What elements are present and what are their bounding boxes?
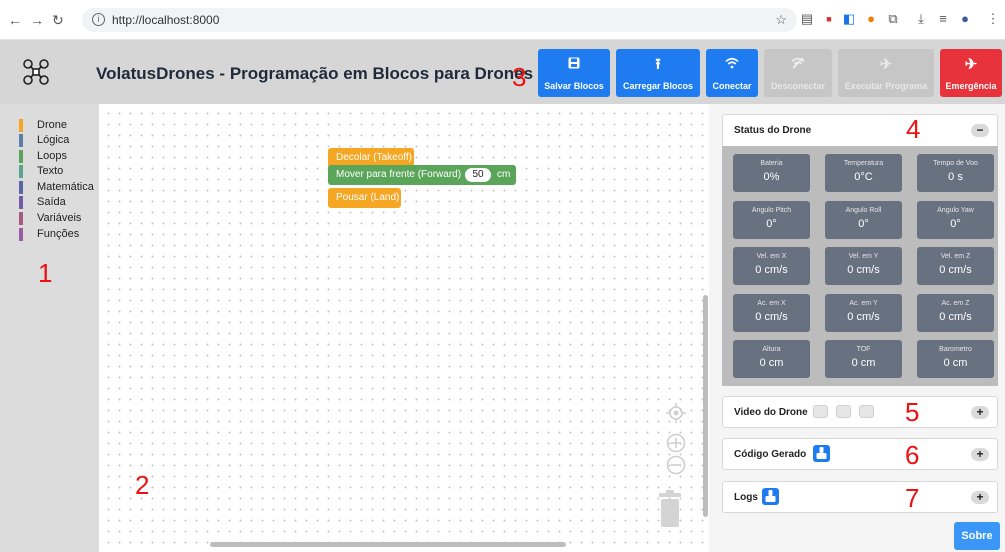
marker-2: 2 <box>135 470 150 500</box>
url-text: http://localhost:8000 <box>112 13 220 27</box>
camera-on-icon[interactable] <box>813 405 828 418</box>
telemetry-tile-tempo-de-voo: Tempo de Voo 0 s <box>917 154 994 192</box>
expand-code-button[interactable]: + <box>971 448 989 461</box>
telemetry-tile-roll: Angulo Roll 0° <box>825 201 902 239</box>
takeoff-icon: ✈ <box>879 56 893 73</box>
connect-button[interactable]: Conectar <box>706 49 758 97</box>
trash-icon[interactable] <box>655 490 685 528</box>
menu-icon[interactable]: ⋮ <box>986 12 1000 26</box>
clear-code-icon[interactable] <box>813 445 830 462</box>
download-icon[interactable]: ⤓ <box>914 12 928 26</box>
telemetry-tile-bateria: Bateria 0% <box>733 154 810 192</box>
land-block[interactable]: Pousar (Land) <box>328 188 401 208</box>
workspace-horizontal-scrollbar[interactable] <box>210 542 566 547</box>
telemetry-tile-ac-z: Ac. em Z0 cm/s <box>917 294 994 332</box>
marker-1: 1 <box>38 258 53 288</box>
snapshot-icon[interactable] <box>859 405 874 418</box>
collapse-status-button[interactable]: − <box>971 124 989 137</box>
camera-off-icon[interactable] <box>836 405 851 418</box>
telemetry-tile-yaw: Angulo Yaw 0° <box>917 201 994 239</box>
extension-icon[interactable]: ● <box>864 12 878 26</box>
generated-code-title: Código Gerado <box>734 449 807 460</box>
drone-status-card: Status do Drone − <box>722 114 998 146</box>
about-button[interactable]: Sobre <box>954 522 1000 550</box>
telemetry-tile-ac-x: Ac. em X0 cm/s <box>733 294 810 332</box>
marker-4: 4 <box>906 114 921 144</box>
site-info-icon[interactable]: i <box>92 13 105 26</box>
telemetry-tile-vel-z: Vel. em Z0 cm/s <box>917 247 994 285</box>
telemetry-tile-vel-x: Vel. em X0 cm/s <box>733 247 810 285</box>
expand-video-button[interactable]: + <box>971 406 989 419</box>
pdf-extension-icon[interactable]: ■ <box>822 12 836 26</box>
generated-code-card[interactable]: Código Gerado + <box>722 438 998 470</box>
drone-status-title: Status do Drone <box>734 125 812 136</box>
bookmark-star-icon[interactable]: ☆ <box>775 12 787 28</box>
clear-logs-icon[interactable] <box>762 488 779 505</box>
run-program-button[interactable]: ✈ Executar Programa <box>838 49 934 97</box>
browser-toolbar: ← → ↻ i http://localhost:8000 ☆ ▤ ■ ◧ ● … <box>0 0 1005 40</box>
video-title: Video do Drone <box>734 407 808 418</box>
telemetry-tile-barometro: Barometro 0 cm <box>917 340 994 378</box>
save-blocks-button[interactable]: Salvar Blocos <box>538 49 610 97</box>
profile-avatar-icon[interactable]: ● <box>958 12 972 26</box>
telemetry-tile-pitch: Angulo Pitch 0° <box>733 201 810 239</box>
marker-3: 3 <box>512 62 527 92</box>
logs-title: Logs <box>734 492 758 503</box>
telemetry-tile-tof: TOF 0 cm <box>825 340 902 378</box>
telemetry-tile-vel-y: Vel. em Y0 cm/s <box>825 247 902 285</box>
reader-icon[interactable]: ▤ <box>800 12 814 26</box>
save-icon <box>538 55 610 75</box>
emergency-button[interactable]: ✈ Emergência <box>940 49 1002 97</box>
distance-input[interactable]: 50 <box>465 168 492 182</box>
back-icon[interactable]: ← <box>8 12 22 28</box>
landing-icon: ✈ <box>964 56 978 73</box>
wifi-off-icon <box>764 55 832 75</box>
marker-7: 7 <box>905 483 920 513</box>
forward-icon[interactable]: → <box>30 12 44 28</box>
expand-logs-button[interactable]: + <box>971 491 989 504</box>
upload-icon: ⭱ <box>655 56 661 73</box>
zoom-in-icon[interactable] <box>666 433 686 453</box>
move-forward-block[interactable]: Mover para frente (Forward) 50 cm <box>328 165 516 185</box>
marker-6: 6 <box>905 440 920 470</box>
address-bar[interactable]: i http://localhost:8000 ☆ <box>82 8 797 32</box>
docs-extension-icon[interactable]: ◧ <box>842 12 856 26</box>
media-icon[interactable]: ≡ <box>936 12 950 26</box>
load-blocks-button[interactable]: ⭱ Carregar Blocos <box>616 49 700 97</box>
wifi-icon <box>706 55 758 75</box>
recenter-icon[interactable] <box>666 403 686 423</box>
app-title: VolatusDrones - Programação em Blocos pa… <box>96 64 534 83</box>
telemetry-tile-temperatura: Temperatura 0°C <box>825 154 902 192</box>
drone-logo-icon <box>23 59 49 85</box>
telemetry-tile-altura: Altura 0 cm <box>733 340 810 378</box>
telemetry-tile-ac-y: Ac. em Y0 cm/s <box>825 294 902 332</box>
disconnect-button[interactable]: Desconectar <box>764 49 832 97</box>
zoom-out-icon[interactable] <box>666 455 686 475</box>
marker-5: 5 <box>905 397 920 427</box>
workspace-vertical-scrollbar[interactable] <box>703 295 708 517</box>
puzzle-icon[interactable]: ⧉ <box>886 12 900 26</box>
reload-icon[interactable]: ↻ <box>52 12 64 29</box>
